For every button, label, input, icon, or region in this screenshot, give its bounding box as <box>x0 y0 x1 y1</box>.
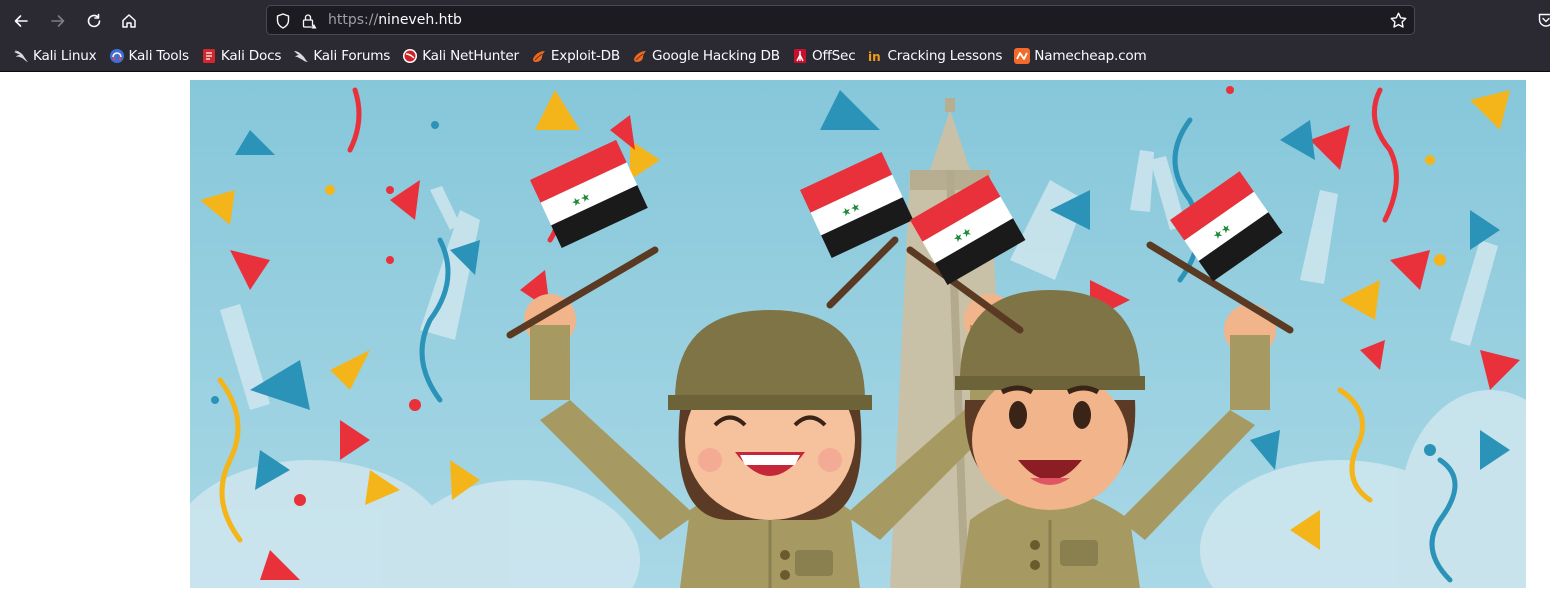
namecheap-icon <box>1014 47 1031 64</box>
bookmark-label: Google Hacking DB <box>652 47 780 64</box>
bookmark-offsec[interactable]: OffSec <box>788 44 860 68</box>
forward-button[interactable] <box>45 8 71 34</box>
kali-dragon-icon <box>14 50 28 62</box>
offsec-icon <box>793 48 806 63</box>
url-text[interactable]: https://nineveh.htb <box>328 12 462 28</box>
address-bar[interactable]: https://nineveh.htb <box>266 5 1415 35</box>
celebration-illustration: ★★ ★★ ★★ ★★ <box>190 80 1526 588</box>
bookmark-exploit-db[interactable]: Exploit-DB <box>527 44 624 68</box>
bookmark-kali-linux[interactable]: Kali Linux <box>9 44 101 68</box>
home-button[interactable] <box>116 8 142 34</box>
svg-text:in: in <box>868 50 881 64</box>
bookmark-google-hacking-db[interactable]: Google Hacking DB <box>628 44 784 68</box>
bookmark-label: Cracking Lessons <box>887 47 1003 64</box>
bookmarks-toolbar: Kali Linux Kali Tools Kali Docs Kali For… <box>0 40 1550 72</box>
bookmark-label: Namecheap.com <box>1034 47 1147 64</box>
bookmark-star-icon[interactable] <box>1389 11 1408 30</box>
reload-icon <box>87 13 101 28</box>
bookmark-kali-tools[interactable]: Kali Tools <box>105 44 193 68</box>
nethunter-icon <box>403 48 418 63</box>
kali-docs-icon <box>202 48 215 63</box>
bookmark-label: Kali Tools <box>128 47 190 64</box>
url-scheme: https:// <box>328 12 379 28</box>
bookmark-label: Kali Forums <box>313 47 391 64</box>
bookmark-label: Kali NetHunter <box>422 47 519 64</box>
bookmark-label: Kali Linux <box>33 47 97 64</box>
bookmark-label: OffSec <box>811 47 856 64</box>
arrow-right-icon <box>51 15 65 27</box>
bookmark-cracking-lessons[interactable]: in Cracking Lessons <box>864 44 1007 68</box>
bookmark-kali-nethunter[interactable]: Kali NetHunter <box>398 44 523 68</box>
page-content: ★★ ★★ ★★ ★★ <box>0 72 1550 611</box>
celebration-banner-image: ★★ ★★ ★★ ★★ <box>190 80 1526 588</box>
bookmark-label: Kali Docs <box>220 47 282 64</box>
kali-forums-icon <box>294 50 309 62</box>
exploit-db-icon <box>532 50 545 62</box>
lock-warning-icon[interactable] <box>300 12 318 30</box>
url-host: nineveh.htb <box>378 12 462 28</box>
bookmark-kali-docs[interactable]: Kali Docs <box>197 44 285 68</box>
home-icon <box>122 14 136 28</box>
bookmark-label: Exploit-DB <box>550 47 621 64</box>
pocket-icon[interactable] <box>1537 11 1550 29</box>
tracking-protection-shield-icon[interactable] <box>274 12 292 30</box>
bookmark-kali-forums[interactable]: Kali Forums <box>289 44 394 68</box>
browser-toolbar: https://nineveh.htb <box>0 0 1550 40</box>
reload-button[interactable] <box>81 8 107 34</box>
cracking-lessons-icon: in <box>868 50 881 64</box>
ghdb-icon <box>634 50 647 62</box>
kali-tools-icon <box>109 48 124 63</box>
arrow-left-icon <box>14 15 28 27</box>
bookmark-namecheap[interactable]: Namecheap.com <box>1010 44 1150 68</box>
back-button[interactable] <box>8 8 34 34</box>
